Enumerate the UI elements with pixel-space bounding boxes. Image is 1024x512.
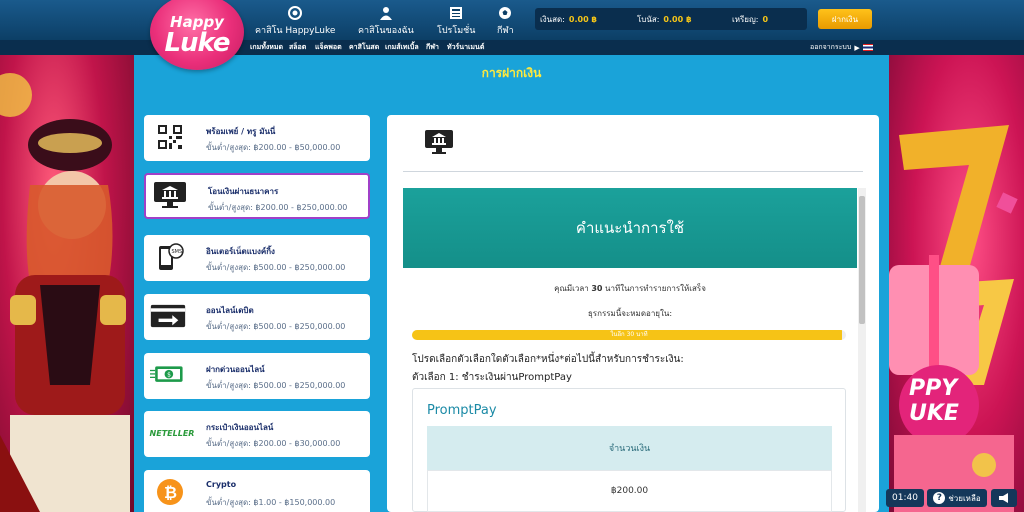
method-internet-banking[interactable]: SMS อินเตอร์เน็ตแบงค์กิ้ง ขั้นต่ำ/สูงสุด… [144, 235, 370, 281]
coins-balance: เหรียญ: 0 [732, 9, 768, 29]
method-online-debit[interactable]: ออนไลน์เดบิต ขั้นต่ำ/สูงสุด: ฿500.00 - ฿… [144, 294, 370, 340]
method-name: Crypto [206, 480, 237, 489]
method-quick-online-deposit[interactable]: $ ฝากด่วนออนไลน์ ขั้นต่ำ/สูงสุด: ฿500.00… [144, 353, 370, 399]
card-arrow-icon [150, 300, 186, 332]
subnav-tournament[interactable]: ทัวร์นาเมนต์ [447, 42, 484, 53]
user-icon [379, 7, 392, 20]
bonus-balance: โบนัส: 0.00 ฿ [637, 9, 692, 29]
method-limits: ขั้นต่ำ/สูงสุด: ฿200.00 - ฿50,000.00 [206, 143, 341, 152]
subnav-table-games[interactable]: เกมส์เทเบิ้ล [385, 42, 419, 53]
right-promo-art: PPY UKE [889, 55, 1024, 512]
svg-text:UKE: UKE [909, 401, 959, 426]
nav-label: กีฬา [497, 26, 514, 36]
progress-label: ในอีก 30 นาที [610, 331, 648, 338]
time-note-post: นาทีในการทำรายการให้เสร็จ [602, 284, 706, 293]
method-name: โอนเงินผ่านธนาคาร [208, 187, 279, 196]
thai-flag-icon[interactable] [862, 44, 873, 51]
notification-button[interactable] [991, 489, 1017, 507]
method-name: อินเตอร์เน็ตแบงค์กิ้ง [206, 247, 275, 256]
subnav-sports[interactable]: กีฬา [426, 42, 439, 53]
bank-monitor-icon [152, 179, 188, 211]
coins-value: 0 [762, 14, 769, 24]
time-limit-note: คุณมีเวลา 30 นาทีในการทำรายการให้เสร็จ [403, 282, 857, 295]
method-crypto[interactable]: ₿ Crypto ขั้นต่ำ/สูงสุด: ฿1.00 - ฿150,00… [144, 470, 370, 512]
method-promptpay-truemoney[interactable]: พร้อมเพย์ / ทรู มันนี่ ขั้นต่ำ/สูงสุด: ฿… [144, 115, 370, 161]
method-online-wallet[interactable]: NETELLER กระเป๋าเงินออนไลน์ ขั้นต่ำ/สูงส… [144, 411, 370, 457]
nav-label: โปรโมชั่น [437, 26, 476, 36]
promptpay-title: PromptPay [427, 403, 497, 418]
nav-promotions[interactable]: โปรโมชั่น [437, 6, 475, 37]
method-limits: ขั้นต่ำ/สูงสุด: ฿200.00 - ฿30,000.00 [206, 439, 341, 448]
subnav-jackpot[interactable]: แจ็คพอต [315, 42, 342, 53]
scrollbar-thumb[interactable] [859, 196, 865, 324]
poker-chip-icon [288, 6, 303, 20]
nav-label: คาสิโนของฉัน [358, 26, 414, 36]
neteller-logo-text: NETELLER [149, 428, 195, 438]
method-limits: ขั้นต่ำ/สูงสุด: ฿500.00 - ฿250,000.00 [206, 381, 346, 390]
amount-value-cell: ฿200.00 [427, 470, 832, 512]
svg-text:PPY: PPY [909, 376, 959, 401]
method-limits: ขั้นต่ำ/สูงสุด: ฿500.00 - ฿250,000.00 [206, 263, 346, 272]
cash-balance: เงินสด: 0.00 ฿ [540, 9, 597, 29]
session-timer: 01:40 [886, 489, 924, 507]
expires-note: ธุรกรรมนี้จะหมดอายุใน: [587, 309, 673, 318]
option-1-text: ตัวเลือก 1: ชำระเงินผ่านPromptPay [412, 372, 572, 383]
time-note-minutes: 30 [591, 284, 603, 293]
svg-text:$: $ [167, 372, 171, 379]
bitcoin-icon: ₿ [152, 476, 188, 508]
play-arrow-icon: ▶ [854, 43, 860, 52]
logo-text-bottom: Luke [164, 27, 230, 58]
bank-monitor-icon [425, 130, 453, 154]
phone-sms-icon: SMS [152, 241, 188, 273]
divider [403, 171, 863, 172]
nav-label: คาสิโน HappyLuke [255, 26, 336, 36]
time-note-pre: คุณมีเวลา [554, 284, 592, 293]
method-name: ออนไลน์เดบิต [206, 306, 254, 315]
instructions-banner: คำแนะนำการใช้ [403, 188, 857, 268]
page-title: การฝากเงิน [481, 66, 542, 80]
method-limits: ขั้นต่ำ/สูงสุด: ฿200.00 - ฿250,000.00 [208, 203, 348, 212]
cash-icon: $ [150, 359, 186, 391]
bonus-value: 0.00 ฿ [663, 14, 692, 24]
help-button[interactable]: ? ช่วยเหลือ [927, 489, 987, 507]
svg-text:SMS: SMS [172, 249, 183, 255]
qr-code-icon [152, 121, 188, 153]
bonus-label: โบนัส: [637, 14, 660, 24]
nav-casino-happyluke[interactable]: คาสิโน HappyLuke [255, 6, 335, 37]
logout-label: ออกจากระบบ [810, 43, 852, 51]
subnav-live-casino[interactable]: คาสิโนสด [349, 42, 379, 53]
question-icon: ? [933, 492, 946, 504]
left-promo-art [0, 55, 134, 512]
subnav-slots[interactable]: สล็อต [289, 42, 306, 53]
nav-sports[interactable]: กีฬา [497, 6, 514, 37]
svg-text:₿: ₿ [164, 483, 177, 502]
help-label: ช่วยเหลือ [948, 493, 981, 503]
method-name: ฝากด่วนออนไลน์ [206, 365, 265, 374]
amount-header: จำนวนเงิน [427, 426, 832, 470]
expiry-progress-bar: ในอีก 30 นาที [412, 330, 846, 340]
subnav-all-games[interactable]: เกมทั้งหมด [250, 42, 283, 53]
newspaper-icon [450, 7, 463, 19]
method-name: กระเป๋าเงินออนไลน์ [206, 423, 274, 432]
amount-value: ฿200.00 [610, 486, 649, 496]
method-name: พร้อมเพย์ / ทรู มันนี่ [206, 127, 276, 136]
soccer-ball-icon [499, 7, 512, 19]
nav-my-casino[interactable]: คาสิโนของฉัน [358, 6, 414, 37]
neteller-logo: NETELLER [149, 417, 195, 449]
choose-option-text: โปรดเลือกตัวเลือกใดตัวเลือก*หนึ่ง*ต่อไปน… [412, 354, 684, 365]
method-bank-transfer[interactable]: โอนเงินผ่านธนาคาร ขั้นต่ำ/สูงสุด: ฿200.0… [144, 173, 370, 219]
cash-value: 0.00 ฿ [568, 14, 597, 24]
amount-header-label: จำนวนเงิน [608, 444, 651, 454]
cash-label: เงินสด: [540, 14, 565, 24]
coins-label: เหรียญ: [732, 14, 759, 24]
instructions-title: คำแนะนำการใช้ [575, 219, 685, 237]
logout-link[interactable]: ออกจากระบบ ▶ [810, 42, 873, 53]
deposit-button[interactable]: ฝากเงิน [818, 9, 872, 29]
method-limits: ขั้นต่ำ/สูงสุด: ฿500.00 - ฿250,000.00 [206, 322, 346, 331]
method-limits: ขั้นต่ำ/สูงสุด: ฿1.00 - ฿150,000.00 [206, 498, 336, 507]
megaphone-icon [999, 493, 1008, 503]
